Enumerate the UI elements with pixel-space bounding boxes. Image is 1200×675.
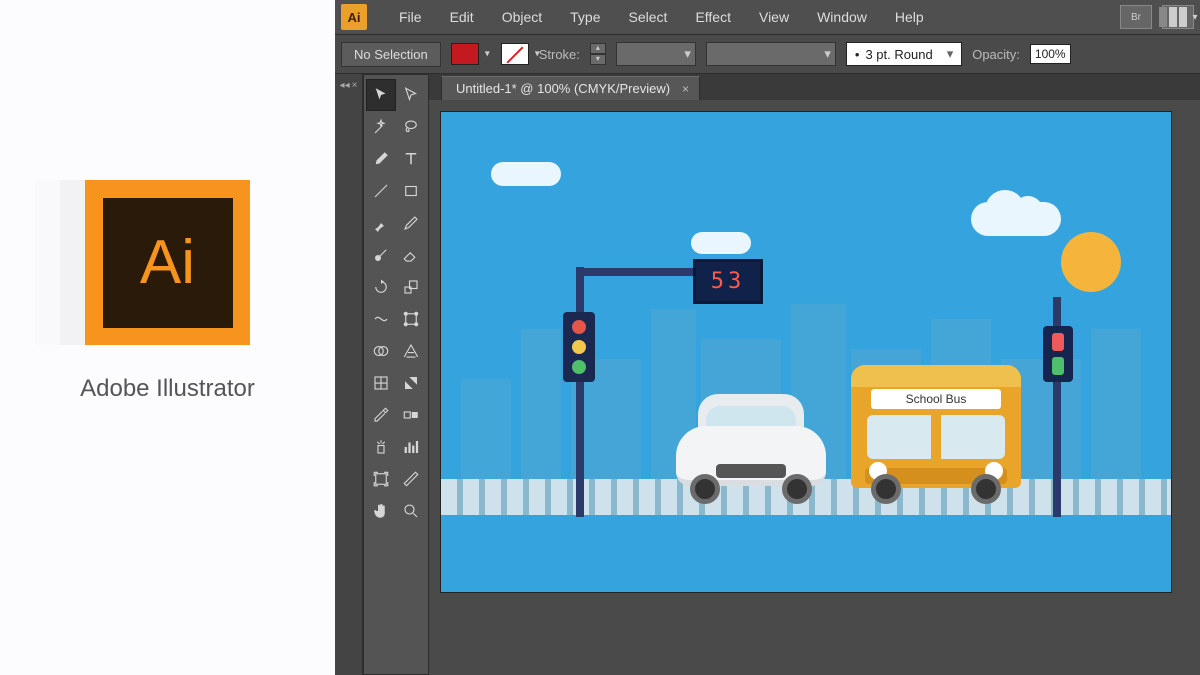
promo-sidebar: Ai Adobe Illustrator	[0, 0, 335, 675]
opacity-value[interactable]: 100%	[1030, 44, 1071, 64]
gradient-tool[interactable]	[397, 368, 425, 398]
traffic-timer: 53	[693, 259, 763, 304]
bus-label: School Bus	[871, 389, 1001, 409]
slice-tool[interactable]	[397, 464, 425, 494]
perspective-grid-tool[interactable]	[397, 336, 425, 366]
options-bar: No Selection ▾ ▾ Stroke: ▴▾ ▾ ▾ • 3 pt. …	[335, 34, 1200, 74]
traffic-light-head	[563, 312, 595, 382]
rectangle-tool[interactable]	[397, 176, 425, 206]
stroke-weight-stepper[interactable]: ▴▾	[590, 43, 606, 65]
fill-swatch[interactable]: ▾	[451, 43, 479, 65]
rotate-tool[interactable]	[367, 272, 395, 302]
blob-brush-tool[interactable]	[367, 240, 395, 270]
artboard[interactable]: 53	[441, 112, 1171, 592]
document-tab-bar: Untitled-1* @ 100% (CMYK/Preview) ×	[429, 74, 1200, 100]
brush-preset-value: 3 pt. Round	[865, 47, 932, 62]
cloud-shape	[971, 202, 1061, 236]
app-badge-icon[interactable]: Ai	[341, 4, 367, 30]
menu-object[interactable]: Object	[488, 3, 556, 31]
canvas-area[interactable]: 53	[429, 100, 1200, 675]
symbol-sprayer-tool[interactable]	[367, 432, 395, 462]
panel-gutter: ◂◂×	[335, 74, 363, 675]
mesh-tool[interactable]	[367, 368, 395, 398]
menu-window[interactable]: Window	[803, 3, 881, 31]
brush-definition-dropdown[interactable]: ▾	[706, 42, 836, 66]
stroke-swatch[interactable]: ▾	[501, 43, 529, 65]
cloud-shape	[491, 162, 561, 186]
green-light-icon	[572, 360, 586, 374]
document-tab[interactable]: Untitled-1* @ 100% (CMYK/Preview) ×	[441, 76, 700, 100]
illustrator-badge: Ai	[85, 180, 250, 345]
pen-tool[interactable]	[367, 144, 395, 174]
free-transform-tool[interactable]	[397, 304, 425, 334]
tools-panel	[363, 74, 429, 675]
blend-tool[interactable]	[397, 400, 425, 430]
shape-builder-tool[interactable]	[367, 336, 395, 366]
cloud-shape	[691, 232, 751, 254]
paintbrush-tool[interactable]	[367, 208, 395, 238]
opacity-label: Opacity:	[972, 47, 1020, 62]
brush-preset-bullet: •	[855, 47, 860, 62]
menu-type[interactable]: Type	[556, 3, 614, 31]
selection-tool[interactable]	[367, 80, 395, 110]
illustrator-badge-text: Ai	[103, 198, 233, 328]
car-shape	[676, 400, 826, 510]
sun-shape	[1061, 232, 1121, 292]
lasso-tool[interactable]	[397, 112, 425, 142]
menu-view[interactable]: View	[745, 3, 803, 31]
illustrator-app-window: Ai FileEditObjectTypeSelectEffectViewWin…	[335, 0, 1200, 675]
pencil-tool[interactable]	[397, 208, 425, 238]
menu-edit[interactable]: Edit	[436, 3, 488, 31]
direct-selection-tool[interactable]	[397, 80, 425, 110]
yellow-light-icon	[572, 340, 586, 354]
magic-wand-tool[interactable]	[367, 112, 395, 142]
artboard-tool[interactable]	[367, 464, 395, 494]
menu-bar: Ai FileEditObjectTypeSelectEffectViewWin…	[335, 0, 1200, 34]
bridge-button[interactable]: Br	[1120, 5, 1152, 29]
eraser-tool[interactable]	[397, 240, 425, 270]
line-segment-tool[interactable]	[367, 176, 395, 206]
red-light-icon	[572, 320, 586, 334]
hand-tool[interactable]	[367, 496, 395, 526]
menu-effect[interactable]: Effect	[681, 3, 745, 31]
close-tab-icon[interactable]: ×	[682, 82, 689, 96]
type-tool[interactable]	[397, 144, 425, 174]
workspace-switcher[interactable]: ▾	[1162, 5, 1194, 29]
zoom-tool[interactable]	[397, 496, 425, 526]
panel-collapse-icon[interactable]: ◂◂	[340, 80, 350, 91]
selection-status: No Selection	[341, 42, 441, 67]
pedestrian-light-head	[1043, 326, 1073, 382]
width-tool[interactable]	[367, 304, 395, 334]
column-graph-tool[interactable]	[397, 432, 425, 462]
brush-preset-select[interactable]: • 3 pt. Round	[846, 42, 962, 66]
stroke-label: Stroke:	[539, 47, 580, 62]
stroke-profile-dropdown[interactable]: ▾	[616, 42, 696, 66]
menu-help[interactable]: Help	[881, 3, 938, 31]
menu-select[interactable]: Select	[615, 3, 682, 31]
ped-stop-icon	[1052, 333, 1064, 351]
document-tab-title: Untitled-1* @ 100% (CMYK/Preview)	[456, 81, 670, 96]
bus-shape: School Bus	[851, 365, 1021, 510]
panel-close-icon[interactable]: ×	[352, 80, 358, 91]
scale-tool[interactable]	[397, 272, 425, 302]
menu-file[interactable]: File	[385, 3, 436, 31]
traffic-timer-value: 53	[711, 269, 746, 294]
promo-title: Adobe Illustrator	[80, 375, 255, 403]
ped-go-icon	[1052, 357, 1064, 375]
traffic-light-pole	[576, 267, 584, 517]
eyedropper-tool[interactable]	[367, 400, 395, 430]
